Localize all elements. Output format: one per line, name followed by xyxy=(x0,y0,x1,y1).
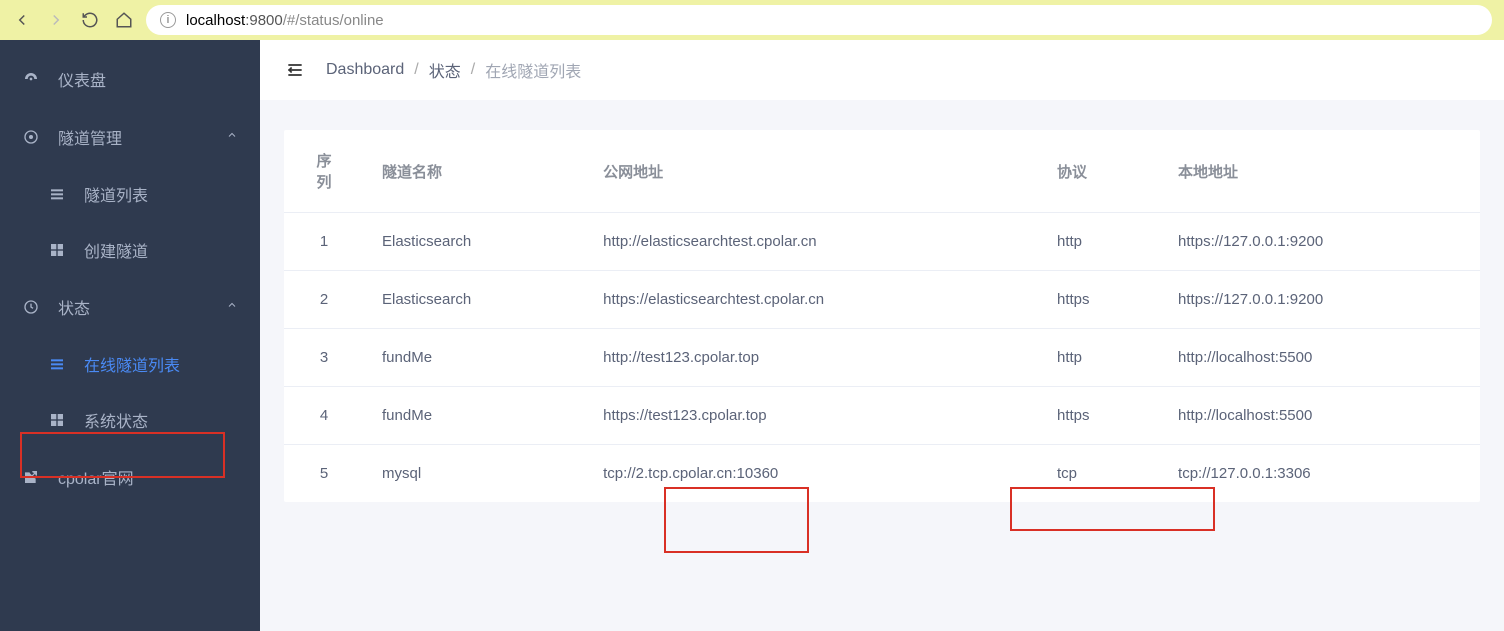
breadcrumb-current: 在线隧道列表 xyxy=(485,58,581,82)
cell-seq: 3 xyxy=(284,329,364,387)
forward-button[interactable] xyxy=(46,10,66,30)
table-row: 4fundMehttps://test123.cpolar.tophttpsht… xyxy=(284,387,1480,445)
url-text: localhost:9800/#/status/online xyxy=(186,12,384,29)
grid-icon xyxy=(48,411,66,429)
breadcrumb-separator: / xyxy=(471,61,475,79)
cell-public: tcp://2.tcp.cpolar.cn:10360 xyxy=(585,445,1039,503)
breadcrumb-root[interactable]: Dashboard xyxy=(326,61,404,79)
target-icon xyxy=(22,128,40,146)
main-content: Dashboard / 状态 / 在线隧道列表 序列 隧道名称 公网地址 协议 xyxy=(260,40,1504,631)
tunnel-table: 序列 隧道名称 公网地址 协议 本地地址 1Elasticsearchhttp:… xyxy=(284,130,1480,502)
cell-name: mysql xyxy=(364,445,585,503)
cell-proto: http xyxy=(1039,213,1160,271)
breadcrumb-separator: / xyxy=(414,61,418,79)
list-icon xyxy=(48,185,66,203)
address-bar[interactable]: i localhost:9800/#/status/online xyxy=(146,5,1492,35)
dashboard-icon xyxy=(22,70,40,88)
sidebar-collapse-button[interactable] xyxy=(284,59,306,81)
cell-public: http://test123.cpolar.top xyxy=(585,329,1039,387)
sidebar: 仪表盘 隧道管理 隧道列表 创 xyxy=(0,40,260,631)
sidebar-item-tunnel-list[interactable]: 隧道列表 xyxy=(0,166,260,222)
cell-seq: 4 xyxy=(284,387,364,445)
col-header-public: 公网地址 xyxy=(585,130,1039,213)
col-header-seq: 序列 xyxy=(284,130,364,213)
sidebar-item-label: 仪表盘 xyxy=(58,67,106,91)
col-header-proto: 协议 xyxy=(1039,130,1160,213)
sidebar-item-label: cpolar官网 xyxy=(58,465,134,489)
cell-seq: 2 xyxy=(284,271,364,329)
cell-seq: 5 xyxy=(284,445,364,503)
info-icon: i xyxy=(160,12,176,28)
sidebar-item-tunnel-manage[interactable]: 隧道管理 xyxy=(0,108,260,166)
cell-name: Elasticsearch xyxy=(364,213,585,271)
sidebar-item-dashboard[interactable]: 仪表盘 xyxy=(0,50,260,108)
sidebar-item-label: 在线隧道列表 xyxy=(84,352,180,376)
breadcrumb-mid[interactable]: 状态 xyxy=(429,58,461,82)
col-header-local: 本地地址 xyxy=(1160,130,1480,213)
sidebar-item-label: 隧道管理 xyxy=(58,125,122,149)
cell-seq: 1 xyxy=(284,213,364,271)
reload-button[interactable] xyxy=(80,10,100,30)
cell-local: https://127.0.0.1:9200 xyxy=(1160,271,1480,329)
cell-proto: http xyxy=(1039,329,1160,387)
table-row: 2Elasticsearchhttps://elasticsearchtest.… xyxy=(284,271,1480,329)
cell-public: https://elasticsearchtest.cpolar.cn xyxy=(585,271,1039,329)
cell-name: fundMe xyxy=(364,329,585,387)
cell-proto: tcp xyxy=(1039,445,1160,503)
cell-public: https://test123.cpolar.top xyxy=(585,387,1039,445)
table-row: 5mysqltcp://2.tcp.cpolar.cn:10360tcptcp:… xyxy=(284,445,1480,503)
table-icon xyxy=(48,355,66,373)
cell-local: http://localhost:5500 xyxy=(1160,329,1480,387)
sidebar-item-system-status[interactable]: 系统状态 xyxy=(0,392,260,448)
sidebar-item-status[interactable]: 状态 xyxy=(0,278,260,336)
cell-public: http://elasticsearchtest.cpolar.cn xyxy=(585,213,1039,271)
cell-local: tcp://127.0.0.1:3306 xyxy=(1160,445,1480,503)
home-button[interactable] xyxy=(114,10,134,30)
table-header-row: 序列 隧道名称 公网地址 协议 本地地址 xyxy=(284,130,1480,213)
cell-name: fundMe xyxy=(364,387,585,445)
sidebar-item-label: 隧道列表 xyxy=(84,182,148,206)
grid-icon xyxy=(48,241,66,259)
cell-proto: https xyxy=(1039,271,1160,329)
cell-local: https://127.0.0.1:9200 xyxy=(1160,213,1480,271)
sidebar-item-label: 系统状态 xyxy=(84,408,148,432)
external-icon xyxy=(22,468,40,486)
back-button[interactable] xyxy=(12,10,32,30)
table-row: 1Elasticsearchhttp://elasticsearchtest.c… xyxy=(284,213,1480,271)
status-icon xyxy=(22,298,40,316)
sidebar-item-create-tunnel[interactable]: 创建隧道 xyxy=(0,222,260,278)
table-row: 3fundMehttp://test123.cpolar.tophttphttp… xyxy=(284,329,1480,387)
cell-name: Elasticsearch xyxy=(364,271,585,329)
sidebar-item-online-tunnels[interactable]: 在线隧道列表 xyxy=(0,336,260,392)
browser-toolbar: i localhost:9800/#/status/online xyxy=(0,0,1504,40)
breadcrumb: Dashboard / 状态 / 在线隧道列表 xyxy=(326,58,581,82)
cell-proto: https xyxy=(1039,387,1160,445)
col-header-name: 隧道名称 xyxy=(364,130,585,213)
sidebar-item-label: 状态 xyxy=(58,295,90,319)
chevron-up-icon xyxy=(226,128,238,146)
cell-local: http://localhost:5500 xyxy=(1160,387,1480,445)
sidebar-item-label: 创建隧道 xyxy=(84,238,148,262)
breadcrumb-bar: Dashboard / 状态 / 在线隧道列表 xyxy=(260,40,1504,100)
chevron-up-icon xyxy=(226,298,238,316)
sidebar-item-cpolar-site[interactable]: cpolar官网 xyxy=(0,448,260,506)
